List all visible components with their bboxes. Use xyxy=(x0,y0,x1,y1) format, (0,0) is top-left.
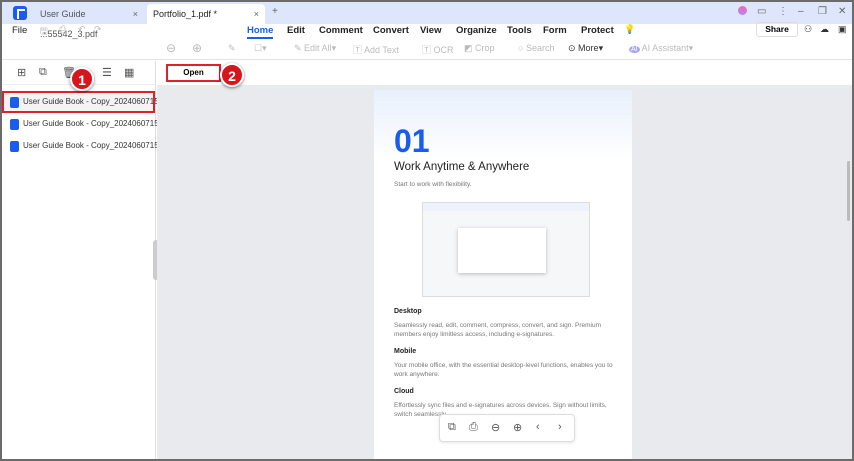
crop-button[interactable]: ◩ Crop xyxy=(464,43,495,54)
print-icon[interactable]: ⎙ xyxy=(469,421,478,434)
ai-assistant-button[interactable]: AI AI Assistant▾ xyxy=(629,43,693,54)
extract-icon[interactable]: ⧉ xyxy=(39,66,47,79)
pdf-file-icon xyxy=(10,141,19,152)
pdf-page: 01 Work Anytime & Anywhere Start to work… xyxy=(374,90,632,459)
step-badge-1: 1 xyxy=(70,67,94,91)
add-text-button[interactable]: 🅃 Add Text xyxy=(353,43,399,56)
search-label: Search xyxy=(525,43,555,53)
zoom-in-icon[interactable]: ⊕ xyxy=(513,421,522,434)
cloud-upload-icon[interactable]: ☁ xyxy=(820,24,829,35)
file-item[interactable]: User Guide Book - Copy_20240607155542... xyxy=(2,135,183,157)
close-tab-icon[interactable]: × xyxy=(133,4,138,24)
shape-icon[interactable]: ☐▾ xyxy=(254,43,267,54)
share-network-icon[interactable]: ⚇ xyxy=(804,24,812,35)
crop-label: Crop xyxy=(475,43,495,53)
close-tab-icon[interactable]: × xyxy=(254,4,259,24)
ocr-button[interactable]: 🅃 OCR xyxy=(422,43,454,56)
file-item[interactable]: User Guide Book - Copy_20240607155542... xyxy=(2,113,183,135)
zoom-out-icon[interactable]: ⊖ xyxy=(491,421,500,434)
document-view: Open 01 Work Anytime & Anywhere Start to… xyxy=(157,61,852,459)
section-text: Your mobile office, with the essential d… xyxy=(394,362,613,378)
page-subtitle: Start to work with flexibility. xyxy=(394,181,472,188)
add-text-label: Add Text xyxy=(364,45,399,55)
save-icon[interactable]: 🖫 xyxy=(40,24,48,40)
app-screenshot-image xyxy=(422,202,590,297)
new-tab-icon[interactable]: + xyxy=(272,6,278,17)
avatar[interactable] xyxy=(738,6,747,15)
grid-view-icon[interactable]: ▦ xyxy=(124,66,134,79)
step-badge-2: 2 xyxy=(220,63,244,87)
add-file-icon[interactable]: ⊞ xyxy=(17,66,26,79)
tab-bar: User Guide ...55542_3.pdf × Portfolio_1.p… xyxy=(2,2,852,39)
menu-convert[interactable]: Convert xyxy=(373,25,409,36)
open-button[interactable]: Open xyxy=(166,64,221,82)
zoom-in-icon[interactable]: ⊕ xyxy=(192,41,202,55)
next-page-icon[interactable]: › xyxy=(558,421,562,433)
ocr-label: OCR xyxy=(433,45,454,55)
file-menu[interactable]: File xyxy=(12,25,27,36)
edit-all-label: Edit All xyxy=(304,43,332,53)
tab-label: Portfolio_1.pdf * xyxy=(153,9,218,19)
file-item[interactable]: User Guide Book - Copy_20240607155542... xyxy=(2,91,183,113)
floating-toolbar: ⧉ ⎙ ⊖ ⊕ ‹ › xyxy=(439,414,575,442)
search-button[interactable]: ○ Search xyxy=(518,43,554,53)
menu-organize[interactable]: Organize xyxy=(456,25,497,36)
menu-edit[interactable]: Edit xyxy=(287,25,305,36)
list-view-icon[interactable]: ☰ xyxy=(102,66,112,79)
menu-home[interactable]: Home xyxy=(247,25,274,39)
section-text: Seamlessly read, edit, comment, compress… xyxy=(394,322,601,338)
pdf-file-icon xyxy=(10,97,19,108)
menu-form[interactable]: Form xyxy=(543,25,567,36)
image-toolbar xyxy=(423,203,589,211)
signature-dialog xyxy=(458,228,546,273)
lightbulb-icon[interactable]: 💡 xyxy=(624,24,635,35)
page-number-heading: 01 xyxy=(394,123,430,159)
minimize-icon[interactable]: – xyxy=(798,6,804,17)
highlight-icon[interactable]: ✎ xyxy=(228,43,236,54)
export-icon[interactable]: ⧉ xyxy=(448,421,456,434)
menu-comment[interactable]: Comment xyxy=(319,25,363,36)
more-label: More xyxy=(578,43,599,53)
menu-bar: File 🖫 ⎙ ↶ ↷ Home Edit Comment Convert V… xyxy=(2,24,852,40)
undo-icon[interactable]: ↶ xyxy=(78,24,86,35)
restore-icon[interactable]: ❐ xyxy=(818,6,827,17)
previous-page-icon[interactable]: ‹ xyxy=(536,421,540,433)
panel-icon[interactable]: ▣ xyxy=(838,24,847,35)
app-logo-icon xyxy=(13,6,27,20)
feedback-icon[interactable]: ▭ xyxy=(757,6,766,17)
zoom-out-icon[interactable]: ⊖ xyxy=(166,41,176,55)
close-icon[interactable]: ✕ xyxy=(838,6,846,17)
section-heading: Cloud xyxy=(394,388,414,395)
tab-portfolio[interactable]: Portfolio_1.pdf * × xyxy=(147,4,265,24)
toolbar: ⊖ ⊕ ✎ ☐▾ ✎ Edit All▾ 🅃 Add Text 🅃 OCR ◩ … xyxy=(2,40,852,60)
menu-view[interactable]: View xyxy=(420,25,441,36)
more-button[interactable]: ⊙ More▾ xyxy=(568,43,603,54)
redo-icon[interactable]: ↷ xyxy=(94,24,102,35)
print-icon[interactable]: ⎙ xyxy=(59,24,66,35)
ai-label: AI Assistant xyxy=(641,43,689,53)
portfolio-sidebar: ⊞ ⧉ 🗑 ☰ ▦ User Guide Book - Copy_2024060… xyxy=(2,61,183,459)
section-heading: Mobile xyxy=(394,348,417,355)
tab-user-guide[interactable]: User Guide ...55542_3.pdf × xyxy=(34,4,144,39)
menu-protect[interactable]: Protect xyxy=(581,25,614,36)
portfolio-header: Open xyxy=(157,61,852,85)
app-window: User Guide ...55542_3.pdf × Portfolio_1.p… xyxy=(2,2,852,459)
vertical-scrollbar[interactable] xyxy=(847,161,850,221)
section-heading: Desktop xyxy=(394,308,422,315)
page-title: Work Anytime & Anywhere xyxy=(394,161,530,173)
menu-tools[interactable]: Tools xyxy=(507,25,532,36)
edit-all-button[interactable]: ✎ Edit All▾ xyxy=(294,43,336,54)
ai-icon: AI xyxy=(629,46,640,53)
pdf-file-icon xyxy=(10,119,19,130)
share-button[interactable]: Share xyxy=(756,22,798,37)
more-options-icon[interactable]: ⋮ xyxy=(778,6,788,17)
